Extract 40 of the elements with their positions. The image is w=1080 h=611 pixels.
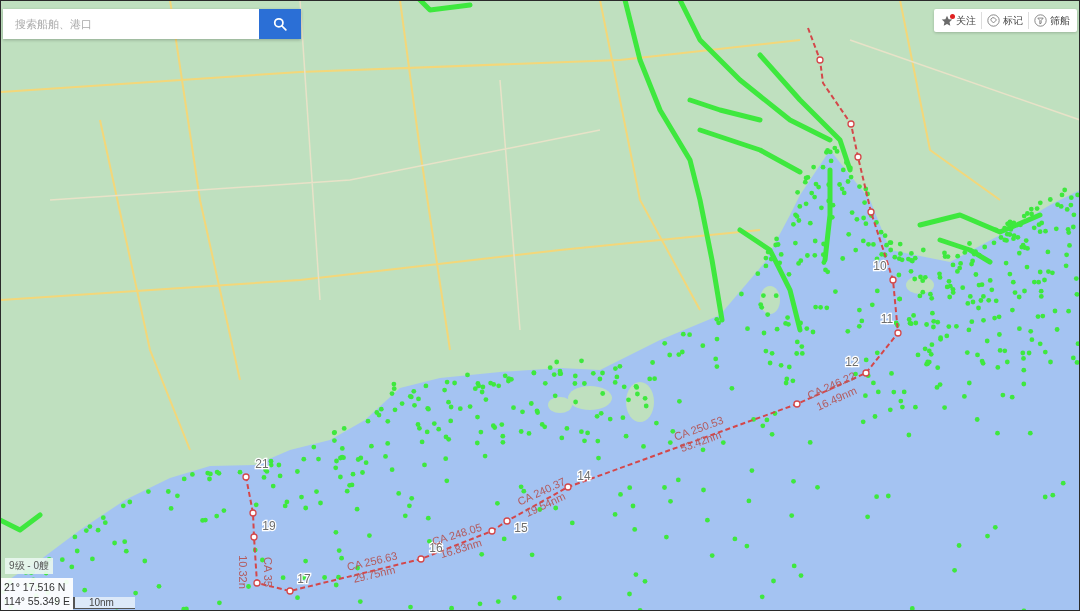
waypoint-label: 10	[873, 259, 887, 273]
search-icon	[273, 17, 287, 31]
waypoint-marker-icon[interactable]	[862, 369, 870, 377]
waypoint-marker-icon[interactable]	[488, 527, 496, 535]
waypoint-marker-icon[interactable]	[249, 509, 257, 517]
tag-icon	[987, 14, 1000, 27]
waypoint-marker-icon[interactable]	[242, 473, 250, 481]
waypoint-marker-icon[interactable]	[854, 153, 862, 161]
waypoint-marker-icon[interactable]	[889, 276, 897, 284]
waypoint-label: 21	[255, 457, 269, 471]
waypoint-marker-icon[interactable]	[253, 579, 261, 587]
waypoint-label: 15	[514, 521, 528, 535]
waypoint-marker-icon[interactable]	[867, 208, 875, 216]
filter-ships-button[interactable]: 筛船	[1028, 12, 1075, 29]
waypoint-marker-icon[interactable]	[250, 533, 258, 541]
funnel-icon	[1034, 14, 1047, 27]
waypoint-marker-icon[interactable]	[894, 329, 902, 337]
waypoint-marker-icon[interactable]	[564, 483, 572, 491]
zoom-level-label: 9级 - 0艘	[5, 558, 53, 574]
waypoint-label: 19	[262, 519, 276, 533]
waypoint-label: 14	[577, 469, 591, 483]
waypoint-marker-icon[interactable]	[417, 555, 425, 563]
latitude-text: 21° 17.516 N	[4, 581, 67, 594]
waypoint-marker-icon[interactable]	[816, 56, 824, 64]
longitude-text: 114° 55.349 E	[4, 595, 70, 608]
scale-bar: 10nm	[72, 597, 135, 609]
waypoint-marker-icon[interactable]	[503, 517, 511, 525]
star-icon	[941, 14, 953, 27]
waypoint-marker-icon[interactable]	[793, 400, 801, 408]
distance-label: 10.32n	[237, 555, 249, 589]
search-button[interactable]	[259, 9, 301, 39]
course-label: CA 35	[262, 557, 274, 587]
mark-button[interactable]: 标记	[981, 12, 1028, 29]
waypoint-marker-icon[interactable]	[286, 587, 294, 595]
waypoint-marker-icon[interactable]	[847, 120, 855, 128]
search-field[interactable]: 搜索船舶、港口	[3, 9, 259, 39]
waypoint-label: 12	[845, 355, 859, 369]
waypoint-label: 11	[880, 312, 894, 326]
waypoint-label: 17	[297, 572, 311, 586]
follow-button[interactable]: 关注	[936, 12, 981, 29]
